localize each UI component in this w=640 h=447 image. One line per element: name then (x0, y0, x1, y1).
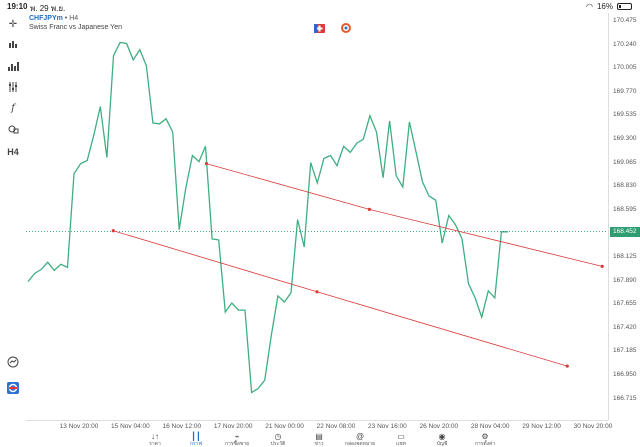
nav-item-account[interactable]: ◉ บัญชี (422, 433, 462, 447)
channel-anchor-point[interactable] (565, 364, 569, 368)
trade-icon: ⌁ (234, 432, 240, 441)
price-tick-label: 169.535 (613, 111, 637, 119)
battery-icon (617, 3, 632, 10)
history-icon: ◷ (274, 432, 282, 441)
nav-item-quotes[interactable]: ↓↑ ราคา (135, 433, 175, 447)
price-tick-label: 166.715 (613, 394, 637, 402)
price-tick-label: 169.065 (613, 158, 637, 166)
battery-percent: 16% (596, 2, 613, 11)
price-tick-label: 166.950 (613, 371, 637, 378)
price-axis[interactable]: 170.475 170.240 170.005 169.770 169.535 169.3… (608, 13, 640, 420)
channel-anchor-point[interactable] (111, 229, 115, 233)
price-tick-label: 167.655 (613, 300, 637, 308)
crosshair-icon[interactable]: ✛ (6, 17, 20, 31)
nav-item-history[interactable]: ◷ ประวัติ (258, 433, 298, 447)
channel-upper-line[interactable] (206, 163, 603, 267)
chart-canvas[interactable] (26, 13, 608, 420)
news-icon: ▤ (315, 432, 323, 441)
nav-item-settings[interactable]: ⚙ การตั้งค่า (465, 433, 505, 447)
quotes-icon: ↓↑ (151, 432, 159, 441)
nav-label: การซื้อขาย (224, 441, 250, 447)
nav-label: ข่าว (314, 441, 324, 447)
timeframe-icon[interactable]: H4 (6, 145, 20, 159)
time-tick-label: 16 Nov 12:00 (162, 423, 202, 430)
nav-label: การตั้งค่า (474, 441, 496, 447)
nav-item-trade[interactable]: ⌁ การซื้อขาย (217, 433, 257, 447)
price-tick-label: 167.185 (613, 347, 637, 355)
nav-label: แชท (396, 441, 406, 447)
chat-bubble-icon: ▭ (397, 432, 405, 441)
time-tick-label: 28 Nov 04:00 (470, 423, 510, 430)
current-price-badge: 168.452 (610, 226, 640, 237)
channel-anchor-point[interactable] (600, 264, 604, 268)
function-icon[interactable]: f (6, 101, 20, 115)
bottom-navigation: ↓↑ ราคา ┃┃ กราฟ ⌁ การซื้อขาย ◷ ประวัติ ▤ ข่าว @ กล่… (0, 433, 640, 447)
chart-icon: ┃┃ (191, 432, 201, 441)
settings-sliders-icon[interactable] (6, 80, 20, 94)
chart-type-icon[interactable] (6, 38, 20, 52)
price-tick-label: 167.890 (613, 276, 637, 284)
time-tick-label: 23 Nov 16:00 (368, 423, 407, 430)
price-tick-label: 168.595 (613, 205, 637, 213)
left-toolbar: ✛ f H4 (0, 13, 26, 403)
nav-label: ราคา (149, 441, 161, 447)
indicators-icon[interactable] (6, 59, 20, 73)
channel-anchor-point[interactable] (315, 290, 319, 294)
status-time: 19:10 (7, 2, 28, 11)
settings-icon: ⚙ (481, 432, 489, 441)
price-series-line (27, 41, 508, 394)
time-tick-label: 22 Nov 08:00 (316, 423, 356, 430)
channel-anchor-point[interactable] (204, 161, 209, 166)
time-tick-label: 15 Nov 04:00 (111, 423, 150, 430)
price-tick-label: 168.830 (613, 182, 637, 190)
nav-label: กราฟ (189, 441, 203, 447)
time-tick-label: 13 Nov 20:00 (59, 423, 99, 430)
time-tick-label: 29 Nov 12:00 (522, 423, 561, 430)
price-tick-label: 170.240 (613, 40, 637, 48)
nav-item-chart[interactable]: ┃┃ กราฟ (176, 433, 216, 447)
nav-label: กล่องจดหมาย (344, 441, 376, 447)
nav-item-news[interactable]: ▤ ข่าว (299, 433, 339, 447)
time-tick-label: 21 Nov 00:00 (265, 423, 304, 430)
time-tick-label: 17 Nov 20:00 (213, 423, 253, 430)
nav-item-mailbox[interactable]: @ กล่องจดหมาย (340, 433, 380, 447)
status-bar: 19:10 พ. 29 พ.ย. ◠ 16% (0, 0, 640, 13)
price-tick-label: 169.770 (613, 87, 637, 95)
nav-item-chat-bubble[interactable]: ▭ แชท (381, 433, 421, 447)
time-axis[interactable]: 13 Nov 20:00 15 Nov 04:00 16 Nov 12:00 17 N… (26, 420, 612, 432)
price-tick-label: 167.420 (613, 323, 637, 331)
chat-icon[interactable] (6, 355, 20, 369)
price-tick-label: 169.300 (613, 135, 637, 142)
nav-label: บัญชี (436, 441, 448, 447)
time-tick-label: 26 Nov 20:00 (419, 423, 459, 430)
price-chart[interactable] (26, 13, 608, 420)
mailbox-icon: @ (355, 432, 365, 441)
objects-icon[interactable] (6, 122, 20, 136)
logo-icon[interactable] (6, 381, 20, 395)
price-tick-label: 170.005 (613, 64, 637, 72)
channel-anchor-point[interactable] (367, 207, 371, 211)
price-tick-label: 168.125 (613, 253, 637, 260)
time-tick-label: 30 Nov 20:00 (573, 423, 613, 430)
wifi-icon: ◠ (586, 2, 593, 11)
account-icon: ◉ (438, 432, 446, 441)
price-tick-label: 170.475 (613, 17, 637, 24)
nav-label: ประวัติ (270, 441, 286, 447)
